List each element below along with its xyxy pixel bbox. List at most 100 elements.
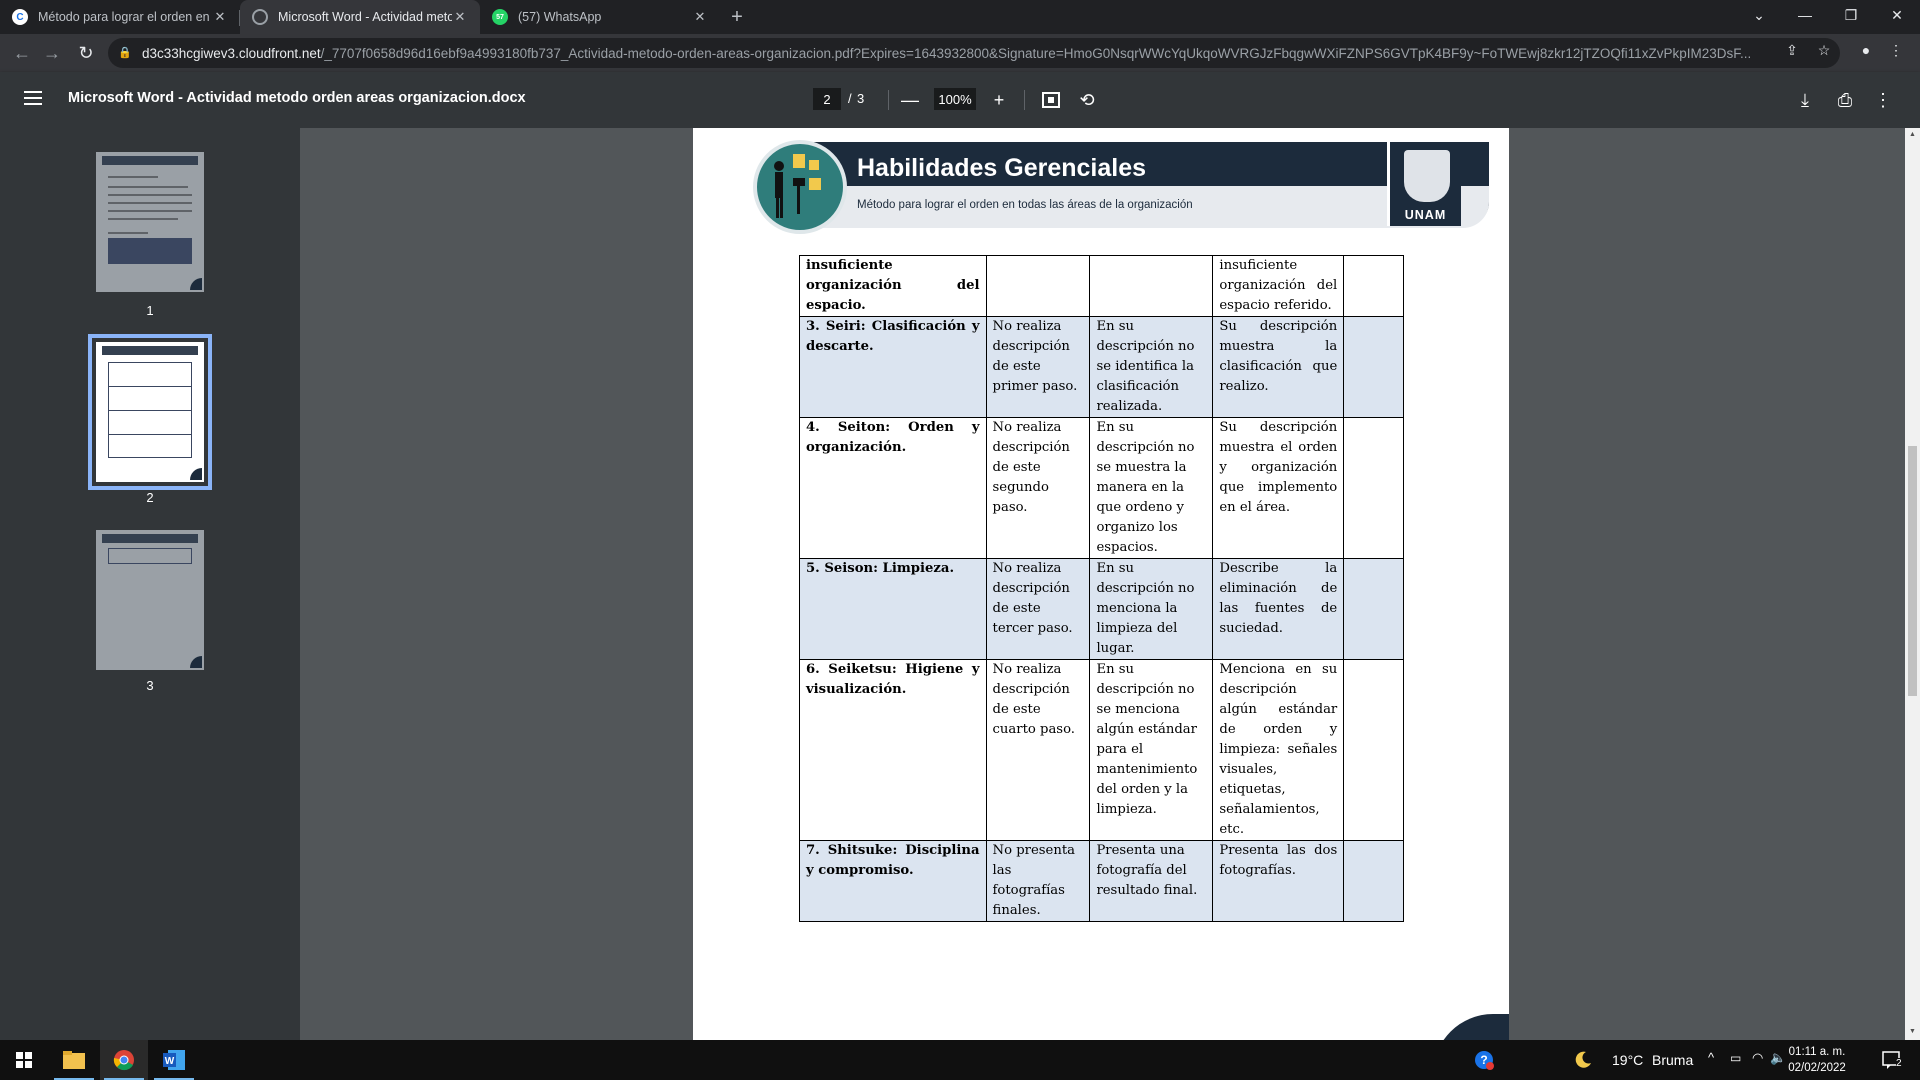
document-header-banner: Habilidades Gerenciales Método para logr… — [753, 140, 1489, 234]
thumbnail-sidebar: 1 2 3 — [0, 128, 300, 1040]
back-button[interactable]: ← — [8, 39, 36, 67]
more-options-icon[interactable]: ⋮ — [1870, 87, 1896, 113]
rubric-row: 7. Shitsuke: Disciplina y compromiso. No … — [799, 840, 1404, 922]
bookmark-star-icon[interactable]: ☆ — [1814, 40, 1834, 60]
header-title: Habilidades Gerenciales — [857, 154, 1147, 182]
rubric-level-cell: Menciona en su descripción algún estánda… — [1212, 659, 1345, 841]
rubric-level-cell: No realiza descripción de este tercer pa… — [985, 558, 1091, 660]
clock-time: 01:11 a. m. — [1788, 1046, 1846, 1058]
tab-search-icon[interactable]: ⌄ — [1736, 0, 1782, 30]
rubric-level-cell — [1343, 316, 1404, 418]
rubric-row: 3. Seiri: Clasificación y descarte. No re… — [799, 316, 1404, 418]
pdf-canvas[interactable]: Habilidades Gerenciales Método para logr… — [300, 128, 1905, 1040]
tab-favicon-icon: C — [12, 9, 28, 25]
presenter-logo-icon — [753, 140, 847, 234]
pdf-toolbar: Microsoft Word - Actividad metodo orden … — [0, 72, 1920, 128]
scroll-down-icon[interactable]: ▼ — [1908, 1028, 1917, 1037]
globe-icon — [252, 9, 268, 25]
browser-tab-1[interactable]: C Método para lograr el orden en t ✕ — [0, 0, 240, 34]
rubric-criterion-cell: 7. Shitsuke: Disciplina y compromiso. — [799, 840, 987, 922]
file-explorer-icon[interactable] — [50, 1040, 98, 1080]
windows-start-icon[interactable] — [0, 1040, 48, 1080]
url-text: d3c33hcgiwev3.cloudfront.net/_7707f0658d… — [142, 45, 1752, 61]
page-number-input[interactable]: 2 — [813, 88, 841, 110]
rubric-level-cell — [985, 255, 1091, 317]
zoom-out-button[interactable]: — — [897, 87, 923, 113]
unam-logo: UNAM — [1387, 142, 1461, 226]
print-icon[interactable]: ⎙ — [1832, 87, 1858, 113]
rubric-level-cell: No realiza descripción de este primer pa… — [985, 316, 1091, 418]
tray-chevron-icon[interactable]: ^ — [1708, 1050, 1714, 1065]
scroll-up-icon[interactable]: ▲ — [1908, 131, 1917, 140]
zoom-in-button[interactable]: + — [986, 87, 1012, 113]
profile-icon[interactable]: ● — [1856, 40, 1876, 60]
more-menu-icon[interactable]: ⋮ — [1886, 40, 1906, 60]
forward-button[interactable]: → — [38, 39, 66, 67]
rubric-level-cell: Su descripción muestra la clasificación … — [1212, 316, 1345, 418]
page-count: 3 — [857, 91, 865, 106]
vertical-scrollbar[interactable]: ▲ ▼ — [1905, 128, 1920, 1040]
clock-date: 02/02/2022 — [1788, 1062, 1846, 1074]
page-thumbnail-1[interactable] — [96, 152, 204, 292]
tab-title: Microsoft Word - Actividad meto — [278, 10, 452, 24]
minimize-button[interactable]: — — [1782, 0, 1828, 30]
rubric-level-cell: En su descripción no menciona la limpiez… — [1089, 558, 1214, 660]
rubric-level-cell: Presenta una fotografía del resultado fi… — [1089, 840, 1214, 922]
thumbnail-label-3: 3 — [146, 678, 154, 693]
document-title: Microsoft Word - Actividad metodo orden … — [68, 90, 526, 106]
chrome-icon[interactable] — [100, 1040, 148, 1080]
scrollbar-thumb[interactable] — [1908, 446, 1917, 696]
new-tab-button[interactable]: + — [720, 0, 754, 34]
rubric-level-cell: Su descripción muestra el orden y organi… — [1212, 417, 1345, 559]
browser-tab-2[interactable]: Microsoft Word - Actividad meto ✕ — [240, 0, 480, 34]
restore-button[interactable]: ❐ — [1828, 0, 1874, 30]
system-clock[interactable]: 01:11 a. m. 02/02/2022 — [1784, 1044, 1850, 1076]
close-window-button[interactable]: ✕ — [1874, 0, 1920, 30]
rubric-level-cell — [1089, 255, 1214, 317]
thumbnail-label-2: 2 — [146, 490, 154, 505]
word-icon[interactable]: W — [150, 1040, 198, 1080]
thumbnail-label-1: 1 — [146, 303, 154, 318]
rubric-criterion-cell: 5. Seison: Limpieza. — [799, 558, 987, 660]
close-tab-icon[interactable]: ✕ — [212, 9, 228, 25]
help-icon[interactable]: ? — [1460, 1040, 1508, 1080]
rubric-row: 6. Seiketsu: Higiene y visualización. No … — [799, 659, 1404, 841]
weather-temperature: 19°C — [1612, 1052, 1644, 1068]
menu-icon[interactable] — [24, 91, 42, 105]
rubric-level-cell — [1343, 840, 1404, 922]
page-thumbnail-3[interactable] — [96, 530, 204, 670]
page-thumbnail-2[interactable] — [88, 334, 212, 490]
rubric-criterion-cell: insuficiente organización del espacio. — [799, 255, 987, 317]
rubric-level-cell: No realiza descripción de este cuarto pa… — [985, 659, 1091, 841]
close-tab-icon[interactable]: ✕ — [692, 9, 708, 25]
close-tab-icon[interactable]: ✕ — [452, 9, 468, 25]
browser-toolbar: ← → ↻ 🔒 d3c33hcgiwev3.cloudfront.net/_77… — [0, 34, 1920, 72]
rubric-table: insuficiente organización del espacio. in… — [799, 255, 1404, 922]
unam-label: UNAM — [1404, 208, 1447, 222]
rubric-level-cell: En su descripción no se muestra la maner… — [1089, 417, 1214, 559]
download-icon[interactable]: ⤓ — [1792, 87, 1818, 113]
weather-description: Bruma — [1652, 1052, 1694, 1068]
battery-icon[interactable]: ▭ — [1730, 1051, 1741, 1065]
reload-button[interactable]: ↻ — [72, 39, 100, 67]
rubric-level-cell: No presenta las fotografías finales. — [985, 840, 1091, 922]
weather-moon-icon[interactable] — [1568, 1040, 1598, 1080]
browser-tab-3[interactable]: 57 (57) WhatsApp ✕ — [480, 0, 720, 34]
rubric-level-cell — [1343, 417, 1404, 559]
rubric-level-cell: insuficiente organización del espacio re… — [1212, 255, 1345, 317]
rubric-level-cell: En su descripción no se menciona algún e… — [1089, 659, 1214, 841]
browser-tab-strip: C Método para lograr el orden en t ✕ Mic… — [0, 0, 1920, 34]
svg-text:W: W — [165, 1056, 175, 1067]
tab-title: (57) WhatsApp — [518, 10, 602, 24]
rubric-level-cell: En su descripción no se identifica la cl… — [1089, 316, 1214, 418]
lock-icon: 🔒 — [118, 47, 132, 59]
address-bar[interactable]: 🔒 d3c33hcgiwev3.cloudfront.net/_7707f065… — [108, 38, 1840, 68]
rubric-level-cell: Describe la eliminación de las fuentes d… — [1212, 558, 1345, 660]
fit-page-icon[interactable] — [1038, 87, 1064, 113]
zoom-level-input[interactable]: 100% — [934, 88, 976, 110]
wifi-icon[interactable]: ◠ — [1752, 1050, 1763, 1066]
share-icon[interactable]: ⇪ — [1782, 40, 1802, 60]
notifications-icon[interactable]: 2 — [1868, 1040, 1916, 1080]
rotate-icon[interactable]: ⟲ — [1074, 87, 1100, 113]
rubric-level-cell: Presenta las dos fotografías. — [1212, 840, 1345, 922]
